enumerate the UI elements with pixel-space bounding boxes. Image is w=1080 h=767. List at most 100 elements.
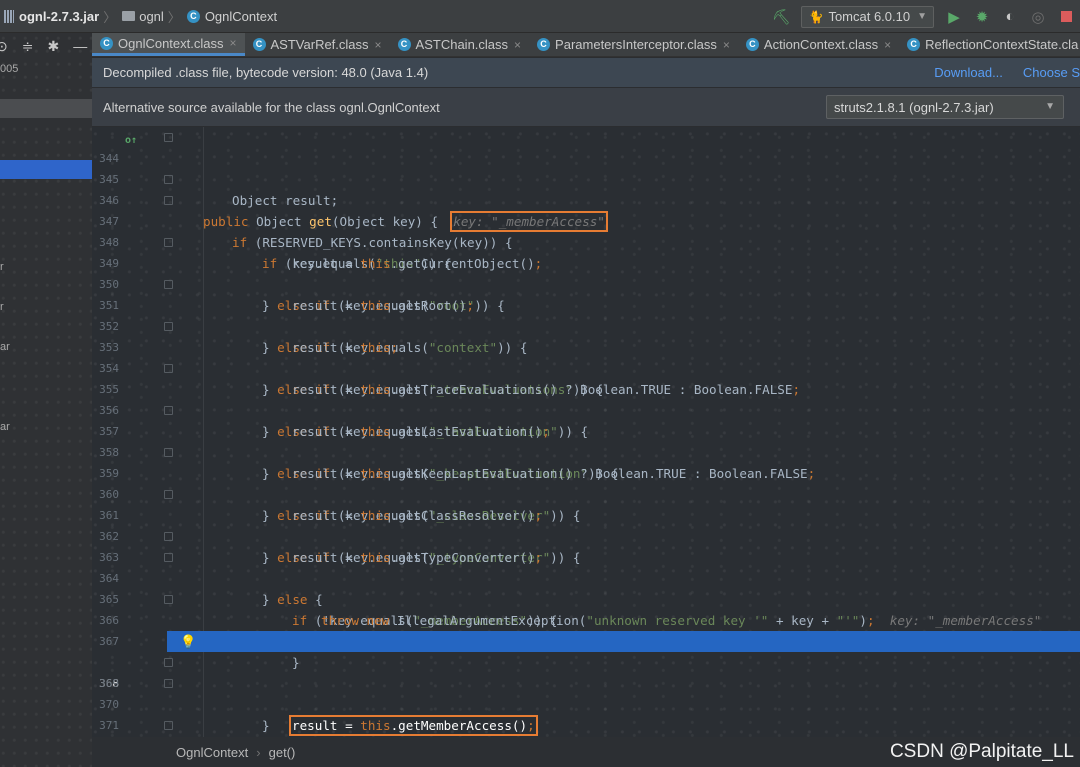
tab-label: ASTChain.class [415, 37, 509, 52]
coverage-icon[interactable]: ◐ [999, 6, 1021, 28]
code-line: 363 } else { [92, 526, 1080, 607]
fold-icon[interactable] [164, 658, 173, 667]
download-sources-link[interactable]: Download... [934, 65, 1003, 80]
fold-icon[interactable] [164, 280, 173, 289]
project-panel-toolbar: ⊙ ≑ ✱ — [0, 33, 92, 59]
class-icon: C [186, 9, 200, 23]
code-line: 346 if (RESERVED_KEYS.containsKey(key)) … [92, 169, 1080, 250]
class-icon: C [745, 38, 759, 51]
code-line: 347 if (key.equals("this")) { [92, 190, 1080, 271]
fold-icon[interactable] [164, 721, 173, 730]
code-line: 351 } else if (key.equals("context")) { [92, 274, 1080, 355]
breadcrumb-package-label: ognl [139, 8, 164, 24]
run-configuration-select[interactable]: 🐈 Tomcat 6.0.10 ▼ [801, 5, 934, 28]
code-line: 360 result = this.getClassResolver(); [92, 463, 1080, 523]
fold-icon[interactable] [164, 364, 173, 373]
code-line: 364 if (!key.equals("_memberAccess")) { [92, 547, 1080, 628]
breadcrumb-jar[interactable]: ognl-2.7.3.jar 〉 [0, 0, 122, 33]
project-tree-item[interactable]: ar [0, 421, 10, 433]
project-panel: ⊙ ≑ ✱ — 005 r r ar ar [0, 33, 92, 767]
fold-icon[interactable] [164, 595, 173, 604]
choose-sources-link[interactable]: Choose S [1023, 65, 1080, 80]
fold-icon[interactable] [164, 175, 173, 184]
code-line: 354 result = this.getTraceEvaluations() … [92, 337, 1080, 397]
code-line: 356 result = this.getLastEvaluation(); [92, 379, 1080, 439]
code-line: 350 result = this.getRoot(); [92, 253, 1080, 313]
alternative-source-text: Alternative source available for the cla… [103, 99, 440, 115]
fold-icon[interactable] [164, 238, 173, 247]
fold-icon[interactable] [164, 133, 173, 142]
fold-icon[interactable] [164, 406, 173, 415]
tab-actioncontext[interactable]: C ActionContext.class × [738, 33, 899, 56]
project-tree-item[interactable]: r [0, 301, 4, 313]
fold-icon[interactable] [164, 448, 173, 457]
close-icon[interactable]: × [230, 36, 237, 50]
navigation-bar: ognl-2.7.3.jar 〉 ognl 〉 C OgnlContext ⛏ … [0, 0, 1080, 33]
code-line: 352 result = this; [92, 295, 1080, 355]
tab-label: OgnlContext.class [118, 35, 224, 51]
stop-icon[interactable] [1055, 6, 1077, 28]
chevron-down-icon: ▼ [917, 11, 927, 22]
close-icon[interactable]: × [884, 38, 891, 52]
hide-panel-icon[interactable]: — [73, 38, 87, 54]
tab-parametersinterceptor[interactable]: C ParametersInterceptor.class × [529, 33, 738, 56]
code-line: 348 result = this.getCurrentObject(); [92, 211, 1080, 271]
tab-astvarref[interactable]: C ASTVarRef.class × [245, 33, 390, 56]
class-icon: C [252, 38, 266, 51]
code-line: 345 Object result; [92, 148, 1080, 208]
project-tree-item[interactable]: r [0, 261, 4, 273]
tab-label: ReflectionContextState.cla [925, 37, 1079, 52]
debug-icon[interactable]: ✹ [971, 6, 993, 28]
fold-icon[interactable] [164, 679, 173, 688]
breadcrumb-method[interactable]: get() [269, 745, 296, 760]
profile-icon[interactable]: ◎ [1027, 6, 1049, 28]
project-tree-item[interactable]: 005 [0, 63, 18, 75]
breadcrumb-class[interactable]: C OgnlContext [186, 0, 277, 33]
fold-icon[interactable] [164, 196, 173, 205]
tab-reflectioncontextstate[interactable]: C ReflectionContextState.cla [899, 33, 1080, 56]
tab-label: ASTVarRef.class [270, 37, 369, 52]
project-tree-item-selected[interactable] [0, 99, 92, 118]
code-editor[interactable]: 344 o↑ public Object get(Object key) { k… [92, 127, 1080, 737]
fold-icon[interactable] [164, 532, 173, 541]
fold-icon[interactable] [164, 553, 173, 562]
chevron-right-icon: 〉 [167, 9, 181, 25]
project-tree-item-active[interactable] [0, 160, 92, 179]
code-line: 353 } else if (key.equals("_traceEvaluat… [92, 316, 1080, 397]
close-icon[interactable]: × [723, 38, 730, 52]
close-icon[interactable]: × [514, 38, 521, 52]
code-line: 372 } [92, 715, 1080, 736]
gear-icon[interactable]: ✱ [47, 38, 59, 55]
tab-label: ActionContext.class [763, 37, 879, 52]
alternative-source-notice: Alternative source available for the cla… [92, 88, 1080, 126]
code-line: 370 } else { [92, 673, 1080, 711]
run-toolbar: ⛏ 🐈 Tomcat 6.0.10 ▼ ▶ ✹ ◐ ◎ [767, 0, 1080, 33]
tab-astchain[interactable]: C ASTChain.class × [390, 33, 530, 56]
close-icon[interactable]: × [375, 38, 382, 52]
lightbulb-icon[interactable]: 💡 [180, 632, 196, 653]
code-line: 361 } else if (key.equals("_typeConverte… [92, 484, 1080, 565]
project-tree-item[interactable]: ar [0, 341, 10, 353]
run-icon[interactable]: ▶ [943, 6, 965, 28]
collapse-all-icon[interactable]: ≑ [22, 38, 34, 55]
folder-icon [122, 11, 136, 21]
class-icon: C [907, 38, 921, 51]
alternative-source-value: struts2.1.8.1 (ognl-2.7.3.jar) [834, 99, 994, 115]
scroll-target-icon[interactable]: ⊙ [0, 38, 8, 55]
code-line: 371 result = this._values.get(key); [92, 694, 1080, 732]
alternative-source-select[interactable]: struts2.1.8.1 (ognl-2.7.3.jar) ▼ [826, 95, 1064, 119]
breadcrumb-package[interactable]: ognl 〉 [122, 0, 187, 33]
code-line: 367 [92, 610, 1080, 648]
fold-icon[interactable] [164, 490, 173, 499]
chevron-down-icon: ▼ [1045, 101, 1055, 112]
decompiled-notice-text: Decompiled .class file, bytecode version… [103, 65, 429, 80]
code-line-current: 368 💡 result = this.getMemberAccess(); [92, 631, 1080, 736]
decompiled-notice: Decompiled .class file, bytecode version… [92, 58, 1080, 87]
class-icon: C [100, 36, 113, 50]
fold-icon[interactable] [164, 322, 173, 331]
tab-ognlcontext[interactable]: C OgnlContext.class × [92, 33, 245, 56]
run-configuration-label: Tomcat 6.0.10 [828, 9, 911, 24]
breadcrumb-class[interactable]: OgnlContext [176, 745, 248, 760]
code-line: 366 } [92, 589, 1080, 670]
build-hammer-icon[interactable]: ⛏ [770, 6, 792, 28]
